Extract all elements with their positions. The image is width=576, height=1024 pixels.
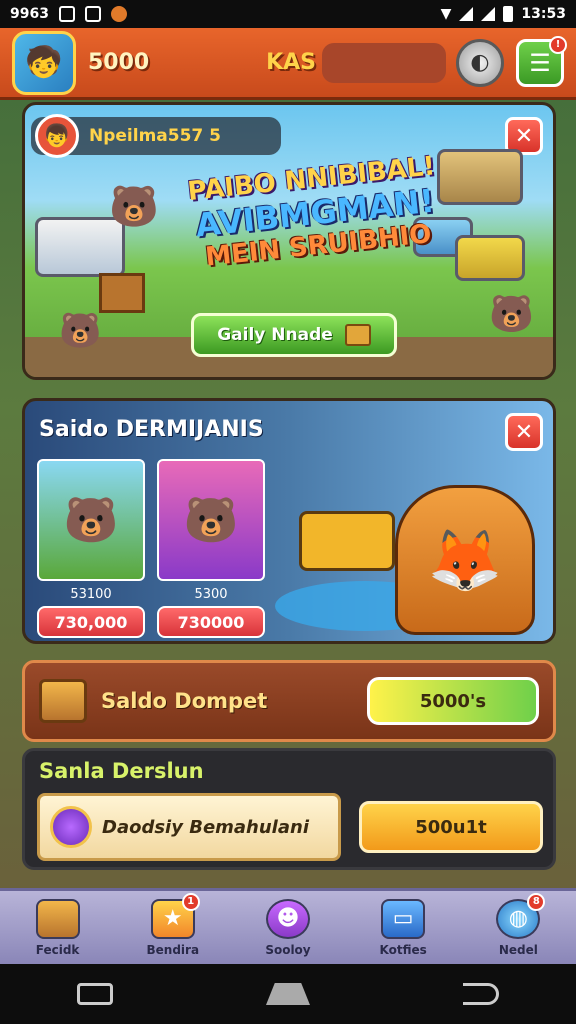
recents-icon[interactable]	[76, 983, 113, 1005]
signal-icon	[459, 7, 474, 21]
offer-caption: 53100	[70, 587, 112, 602]
notification-badge: !	[549, 35, 567, 54]
daily-reward-button[interactable]: Gaily Nnade	[191, 313, 397, 357]
system-nav-bar	[0, 964, 576, 1024]
menu-button[interactable]: ☰ !	[516, 35, 567, 87]
offer-item[interactable]: 🐻 53100 730,000	[37, 459, 145, 638]
deposit-field[interactable]: Daodsiy Bemahulani	[37, 793, 341, 861]
offer-item[interactable]: 🐻 5300 730000	[157, 459, 265, 638]
battery-icon	[503, 6, 514, 22]
deposit-button[interactable]: 500u1t	[359, 801, 543, 853]
offer-scene: 🦊	[275, 441, 553, 641]
bear-character-icon-3: 🐻	[489, 294, 534, 335]
notification-badge: 1	[181, 892, 200, 911]
nav-label: Fecidk	[35, 942, 80, 957]
offer-price-button[interactable]: 730,000	[37, 606, 145, 638]
kas-label: KAS	[266, 50, 316, 75]
nav-label: Kotfies	[379, 942, 427, 957]
event-headline: PAIBO NNIBIBAL! AVIBMGMAN! MEIN SRUIBHIO	[181, 151, 450, 275]
close-icon: ✕	[514, 123, 534, 149]
list-icon: ☰	[529, 48, 551, 77]
status-bar: 9963 ▼ 13:53	[0, 0, 576, 28]
kas-balance-bar	[322, 42, 446, 83]
daily-reward-label: Gaily Nnade	[217, 325, 333, 345]
user-avatar-icon: 👦	[35, 114, 79, 158]
nav-item-sooloy[interactable]: ☻ Sooloy	[243, 898, 333, 957]
status-left-text: 9963	[10, 6, 49, 22]
player-avatar[interactable]: 🧒	[12, 30, 76, 95]
notification-badge: 8	[527, 892, 546, 911]
nav-label: Nedel	[498, 942, 538, 957]
wallet-balance-bar: Saldo Dompet 5000's	[22, 660, 556, 742]
app-notification-icon	[110, 6, 127, 22]
notification-icon	[84, 6, 101, 22]
bear-character-icon-2: 🐻	[59, 311, 102, 351]
offer-thumbnail: 🐻	[157, 459, 265, 581]
username: Npeilma557 5	[89, 126, 221, 146]
nav-item-nedel[interactable]: ◍ 8 Nedel	[473, 892, 563, 957]
nav-item-bendira[interactable]: ★ 1 Bendira	[128, 892, 218, 957]
fox-mascot-icon: 🦊	[395, 485, 535, 635]
chest-icon	[35, 898, 80, 939]
monster-icon: ☻	[265, 898, 310, 939]
coin-balance: 5000	[88, 50, 150, 75]
lock-icon	[58, 6, 75, 22]
truck-illustration-2	[437, 149, 523, 205]
gift-icon	[344, 324, 371, 346]
wifi-icon: ▼	[440, 6, 452, 22]
status-time: 13:53	[521, 6, 566, 22]
deposit-title: Sanla Derslun	[39, 759, 204, 783]
nav-label: Bendira	[146, 942, 200, 957]
crate-illustration	[99, 273, 145, 313]
deposit-panel: Sanla Derslun Daodsiy Bemahulani 500u1t	[22, 748, 556, 870]
bus-illustration	[299, 511, 395, 571]
heart-gem-icon	[50, 806, 92, 848]
offers-title: Saido DERMIJANIS	[39, 417, 264, 442]
signal-icon-2	[481, 7, 496, 21]
back-icon[interactable]	[463, 983, 500, 1005]
balance-offers-card: Saido DERMIJANIS ✕ 🐻 53100 730,000 🐻 530…	[22, 398, 556, 644]
settings-button[interactable]: ◐	[456, 38, 504, 87]
nav-item-fecidk[interactable]: Fecidk	[13, 898, 103, 957]
top-bar: 🧒 5000 KAS ◐ ☰ !	[0, 28, 576, 100]
car-illustration-2	[455, 235, 525, 281]
event-banner[interactable]: 👦 Npeilma557 5 ✕ 🐻 🐻 🐻 PAIBO NNIBIBAL! A…	[22, 102, 556, 380]
nav-item-kotfies[interactable]: ▭ Kotfies	[358, 898, 448, 957]
user-pill: 👦 Npeilma557 5	[31, 114, 281, 158]
chest-icon	[39, 679, 87, 723]
deposit-field-text: Daodsiy Bemahulani	[102, 816, 309, 838]
computer-icon: ▭	[381, 898, 426, 939]
offer-thumbnail: 🐻	[37, 459, 145, 581]
wallet-balance-button[interactable]: 5000's	[367, 677, 539, 725]
home-icon[interactable]	[265, 983, 310, 1005]
nav-label: Sooloy	[265, 942, 311, 957]
gear-icon: ◐	[470, 50, 490, 75]
wallet-label: Saldo Dompet	[101, 689, 268, 713]
offer-caption: 5300	[194, 587, 228, 602]
bottom-nav: Fecidk ★ 1 Bendira ☻ Sooloy ▭ Kotfies ◍ …	[0, 888, 576, 964]
bear-character-icon: 🐻	[109, 184, 159, 230]
offer-price-button[interactable]: 730000	[157, 606, 265, 638]
